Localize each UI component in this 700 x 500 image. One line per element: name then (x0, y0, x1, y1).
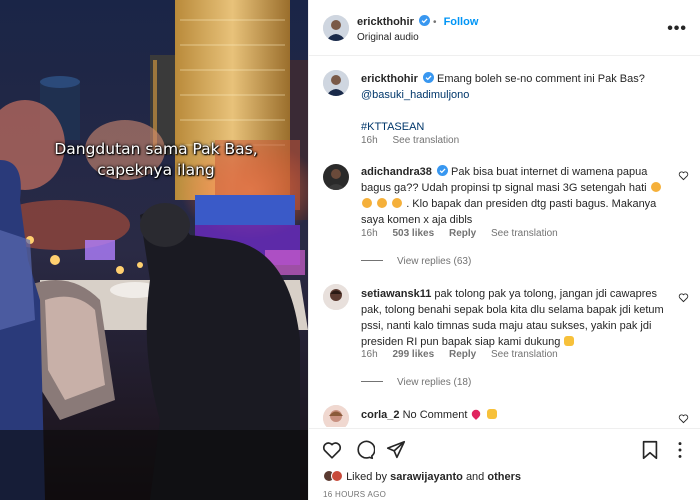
comment-3-text: No Comment (402, 409, 468, 421)
comment-1-time[interactable]: 16h (361, 228, 378, 239)
liked-by-user[interactable]: sarawijayanto (390, 471, 463, 483)
caption-text: Emang boleh se-no comment ini Pak Bas? (436, 73, 645, 85)
comment-2: setiawansk11 pak tolong pak ya tolong, j… (361, 286, 681, 350)
post-actions-bar (309, 428, 700, 468)
comment-2-line-2: pak, tolong benahi sepak bola kita dlu s… (361, 304, 664, 316)
sad-face-icon (362, 198, 372, 208)
comment-2-line-4: presiden RI pun bapak siap kami dukung (361, 336, 561, 348)
liked-by-and: and (465, 471, 485, 483)
more-options-button[interactable]: ••• (667, 20, 687, 38)
follow-button[interactable]: Follow (444, 16, 479, 28)
media-photo (0, 0, 308, 500)
comment-1-line-1: Pak bisa buat internet di wamena papua (451, 166, 648, 178)
liked-by-others[interactable]: others (487, 471, 521, 483)
post-caption: erickthohir Emang boleh se-no comment in… (361, 71, 681, 135)
caption-mention-link[interactable]: @basuki_hadimuljono (361, 89, 469, 101)
original-audio-link[interactable]: Original audio (357, 32, 419, 43)
comment-like-heart-icon[interactable] (678, 413, 689, 424)
comments-scroll[interactable]: erickthohir Emang boleh se-no comment in… (309, 57, 700, 427)
comment-1-view-replies[interactable]: View replies (63) (361, 256, 471, 267)
praying-hands-icon (564, 336, 575, 346)
comment-2-view-replies-label: View replies (18) (397, 377, 472, 388)
verified-icon (422, 72, 434, 83)
comment-3-username[interactable]: corla_2 (361, 409, 400, 421)
comment-2-line-1: pak tolong pak ya tolong, jangan jdi caw… (434, 288, 658, 300)
comment-3: corla_2 No Comment (361, 407, 681, 423)
comment-2-reply-button[interactable]: Reply (449, 349, 476, 360)
comment-avatar[interactable] (323, 405, 349, 427)
comment-2-view-replies[interactable]: View replies (18) (361, 377, 471, 388)
header-username[interactable]: erickthohir (357, 16, 414, 28)
comment-2-line-3: pssi, nanti kalo timnas suda maju atau s… (361, 320, 652, 332)
comment-like-heart-icon[interactable] (678, 292, 689, 303)
more-dots-icon[interactable] (669, 439, 691, 461)
caption-hashtag-link[interactable]: #KTTASEAN (361, 121, 424, 133)
comment-1-see-translation[interactable]: See translation (491, 228, 558, 239)
more-icon: ••• (667, 20, 687, 37)
caption-line-1: Dangdutan sama Pak Bas, (54, 140, 258, 158)
caption-line-2: capeknya ilang (97, 161, 215, 179)
comment-like-heart-icon[interactable] (678, 170, 689, 181)
comment-1-line-3: . Klo bapak dan presiden dtg pasti bagus… (406, 198, 657, 210)
replies-line (361, 260, 383, 261)
media-caption-overlay: Dangdutan sama Pak Bas, capeknya ilang (22, 139, 290, 181)
red-heart-icon (470, 407, 483, 421)
comment-1-reply-button[interactable]: Reply (449, 228, 476, 239)
sad-face-icon (392, 198, 403, 208)
comment-avatar[interactable] (323, 284, 349, 310)
comment-1-username[interactable]: adichandra38 (361, 166, 432, 178)
verified-icon (436, 165, 448, 176)
comment-2-time[interactable]: 16h (361, 349, 378, 360)
post-media[interactable]: Dangdutan sama Pak Bas, capeknya ilang (0, 0, 308, 500)
caption-see-translation[interactable]: See translation (392, 135, 459, 146)
comment-1-likes[interactable]: 503 likes (392, 228, 434, 239)
comment-1: adichandra38 Pak bisa buat internet di w… (361, 164, 681, 228)
share-send-icon[interactable] (385, 439, 407, 461)
comment-bubble-icon[interactable] (353, 439, 375, 461)
like-heart-icon[interactable] (321, 439, 343, 461)
caption-time[interactable]: 16h (361, 135, 378, 146)
comment-2-see-translation[interactable]: See translation (491, 349, 558, 360)
header-separator: • (432, 17, 437, 28)
sad-face-icon (650, 182, 661, 192)
author-avatar[interactable] (323, 15, 349, 41)
comment-2-username[interactable]: setiawansk11 (361, 288, 431, 300)
post-date[interactable]: 16 HOURS AGO (323, 490, 386, 499)
replies-line (361, 381, 383, 382)
verified-icon (418, 15, 430, 26)
liked-by-summary: Liked by sarawijayanto and others (323, 470, 521, 483)
comment-1-meta: 16h 503 likes Reply See translation (361, 228, 570, 239)
clapping-hands-icon (486, 409, 497, 419)
post-panel: erickthohir • Follow Original audio ••• … (308, 0, 700, 500)
caption-meta: 16h See translation (361, 135, 471, 146)
post-header: erickthohir • Follow Original audio ••• (309, 0, 700, 56)
comment-avatar[interactable] (323, 164, 349, 190)
comment-1-line-2: bagus ga?? Udah propinsi tp signal masi … (361, 182, 647, 194)
caption-avatar[interactable] (323, 70, 349, 96)
sad-face-icon (377, 198, 388, 208)
liker-avatar[interactable] (331, 470, 343, 482)
save-bookmark-icon[interactable] (639, 439, 661, 461)
header-title-row: erickthohir • Follow (357, 15, 478, 28)
comment-1-view-replies-label: View replies (63) (397, 256, 472, 267)
comment-2-meta: 16h 299 likes Reply See translation (361, 349, 570, 360)
comment-2-likes[interactable]: 299 likes (392, 349, 434, 360)
caption-username[interactable]: erickthohir (361, 73, 418, 85)
liked-by-prefix: Liked by (346, 471, 388, 483)
comment-1-line-4: saya komen x aja dibls (361, 214, 473, 226)
